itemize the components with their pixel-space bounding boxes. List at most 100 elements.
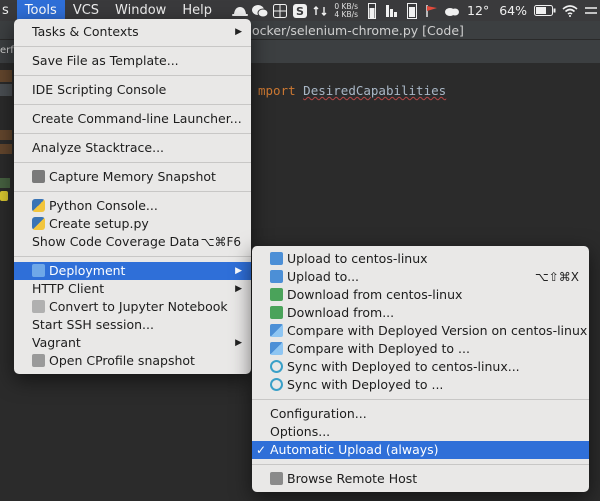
menu-item-download-from[interactable]: Download from... <box>252 304 589 322</box>
battery-icon[interactable] <box>532 0 558 21</box>
python-icon <box>32 199 45 212</box>
menu-item-analyze-stacktrace[interactable]: Analyze Stacktrace... <box>14 139 251 157</box>
weather-cloud-icon[interactable] <box>442 0 462 21</box>
menu-item-label: Python Console... <box>49 198 158 213</box>
menu-item-label: Show Code Coverage Data <box>32 234 200 249</box>
submenu-arrow-icon: ▶ <box>235 266 242 276</box>
hat-icon[interactable] <box>230 0 250 21</box>
net-down-text: 4 KB/s <box>334 9 359 19</box>
menu-item-label: Automatic Upload (always) <box>270 442 439 457</box>
menu-item-label: Analyze Stacktrace... <box>32 140 165 155</box>
menu-item-upload-centos[interactable]: Upload to centos-linux <box>252 250 589 268</box>
menubar-item-app-clipped[interactable]: s <box>0 0 17 21</box>
jupyter-icon <box>32 300 45 313</box>
menu-item-create-setup[interactable]: Create setup.py <box>14 215 251 233</box>
menu-separator <box>14 133 251 134</box>
menu-item-python-console[interactable]: Python Console... <box>14 197 251 215</box>
menu-separator <box>14 191 251 192</box>
wechat-icon[interactable] <box>250 0 270 21</box>
menu-item-label: Compare with Deployed Version on centos-… <box>287 323 588 338</box>
menu-item-create-launcher[interactable]: Create Command-line Launcher... <box>14 110 251 128</box>
menu-item-sync-centos[interactable]: Sync with Deployed to centos-linux... <box>252 358 589 376</box>
gutter-marker-orange <box>0 70 14 100</box>
grid-icon[interactable] <box>270 0 290 21</box>
sync-icon <box>270 360 283 373</box>
wifi-icon[interactable] <box>558 0 582 21</box>
menu-item-deployment[interactable]: Deployment ▶ <box>14 262 251 280</box>
menu-item-convert-jupyter[interactable]: Convert to Jupyter Notebook <box>14 298 251 316</box>
upload-icon <box>270 270 283 283</box>
download-icon <box>270 288 283 301</box>
menu-item-capture-memory[interactable]: Capture Memory Snapshot <box>14 168 251 186</box>
menu-separator <box>14 104 251 105</box>
sync-icon <box>270 378 283 391</box>
code-line-import: mport DesiredCapabilities <box>258 83 446 98</box>
menu-item-shortcut: ⌥⌘F6 <box>200 235 241 249</box>
menu-item-label: Tasks & Contexts <box>32 24 139 39</box>
menu-item-label: Upload to... <box>287 269 360 284</box>
flag-icon[interactable] <box>422 0 442 21</box>
menu-item-label: Upload to centos-linux <box>287 251 428 266</box>
menu-item-options[interactable]: Options... <box>252 423 589 441</box>
menu-item-label: Download from centos-linux <box>287 287 463 302</box>
code-class-name: DesiredCapabilities <box>303 83 447 98</box>
memory-gauge-icon[interactable] <box>402 0 422 21</box>
cpu-gauge-icon[interactable] <box>382 0 402 21</box>
menu-item-label: Deployment <box>49 263 126 278</box>
menu-item-vagrant[interactable]: Vagrant ▶ <box>14 334 251 352</box>
window-title: ocker/selenium-chrome.py [Code] <box>252 23 464 38</box>
s-app-icon[interactable]: S <box>290 0 310 21</box>
temperature-text: 12° <box>467 3 490 18</box>
menu-item-save-template[interactable]: Save File as Template... <box>14 52 251 70</box>
menubar-item-vcs[interactable]: VCS <box>65 0 107 21</box>
menu-item-label: Vagrant <box>32 335 81 350</box>
menu-item-label: Open CProfile snapshot <box>49 353 195 368</box>
menu-item-label: Sync with Deployed to centos-linux... <box>287 359 520 374</box>
menu-item-configuration[interactable]: Configuration... <box>252 405 589 423</box>
gutter-bulb-icon[interactable] <box>0 191 8 201</box>
menu-item-automatic-upload[interactable]: ✓ Automatic Upload (always) <box>252 441 589 459</box>
compare-icon <box>270 342 283 355</box>
menu-item-upload-to[interactable]: Upload to... ⌥⇧⌘X <box>252 268 589 286</box>
menu-item-compare-to[interactable]: Compare with Deployed to ... <box>252 340 589 358</box>
menu-item-show-coverage[interactable]: Show Code Coverage Data ⌥⌘F6 <box>14 233 251 251</box>
network-speed: 0 KB/s 4 KB/s <box>330 2 362 19</box>
menubar-item-help[interactable]: Help <box>174 0 220 21</box>
battery-gauge-icon[interactable] <box>362 0 382 21</box>
menu-item-ide-scripting-console[interactable]: IDE Scripting Console <box>14 81 251 99</box>
upload-icon <box>270 252 283 265</box>
menu-item-label: Create Command-line Launcher... <box>32 111 242 126</box>
checkmark-icon: ✓ <box>256 443 267 457</box>
submenu-arrow-icon: ▶ <box>235 27 242 37</box>
menu-separator <box>14 75 251 76</box>
menu-item-tasks-contexts[interactable]: Tasks & Contexts ▶ <box>14 23 251 41</box>
menu-separator <box>252 464 589 465</box>
menu-item-download-centos[interactable]: Download from centos-linux <box>252 286 589 304</box>
svg-text:S: S <box>296 5 304 18</box>
tab-fragment[interactable]: erf <box>0 45 14 56</box>
menu-item-open-cprofile[interactable]: Open CProfile snapshot <box>14 352 251 370</box>
menu-item-label: Create setup.py <box>49 216 149 231</box>
menubar-item-window[interactable]: Window <box>107 0 174 21</box>
menu-separator <box>252 399 589 400</box>
gutter-marker-orange-2 <box>0 130 12 156</box>
menu-item-compare-centos[interactable]: Compare with Deployed Version on centos-… <box>252 322 589 340</box>
battery-percent-text: 64% <box>499 3 527 18</box>
menubar-item-tools[interactable]: Tools <box>16 0 65 21</box>
menu-item-label: Download from... <box>287 305 395 320</box>
menu-item-label: Save File as Template... <box>32 53 179 68</box>
control-center-icon[interactable] <box>582 0 600 21</box>
python-icon <box>32 217 45 230</box>
arrows-icon[interactable] <box>310 0 330 21</box>
menu-item-label: IDE Scripting Console <box>32 82 167 97</box>
menu-item-label: Convert to Jupyter Notebook <box>49 299 228 314</box>
menu-item-browse-remote[interactable]: Browse Remote Host <box>252 470 589 488</box>
tools-menu: Tasks & Contexts ▶ Save File as Template.… <box>14 19 251 374</box>
memory-snapshot-icon <box>32 170 45 183</box>
menu-item-sync-to[interactable]: Sync with Deployed to ... <box>252 376 589 394</box>
menu-item-start-ssh[interactable]: Start SSH session... <box>14 316 251 334</box>
macos-menu-bar: s Tools VCS Window Help S 0 KB/s 4 KB/s <box>0 0 600 21</box>
status-tray: S 0 KB/s 4 KB/s 12° 64% <box>230 0 600 21</box>
menu-item-http-client[interactable]: HTTP Client ▶ <box>14 280 251 298</box>
menu-item-label: Sync with Deployed to ... <box>287 377 444 392</box>
